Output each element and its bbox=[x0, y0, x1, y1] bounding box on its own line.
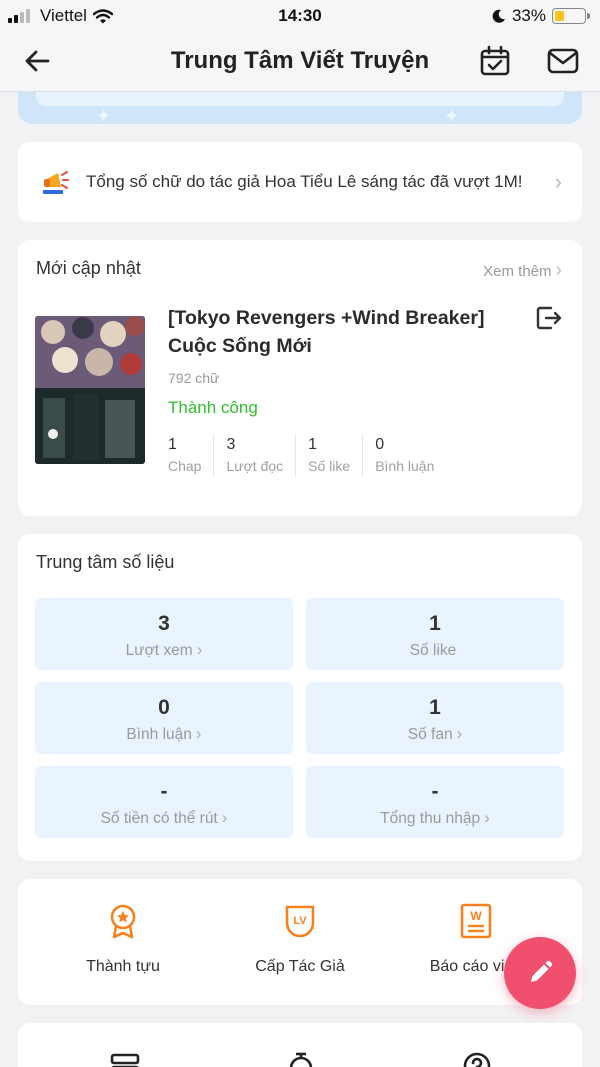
sparkle-icon: ✦ bbox=[96, 106, 112, 124]
tile-fans[interactable]: 1 Số fan › bbox=[306, 682, 564, 754]
tile-views[interactable]: 3 Lượt xem › bbox=[35, 598, 293, 670]
tile-value: 1 bbox=[429, 612, 441, 635]
chevron-right-icon: › bbox=[555, 260, 562, 281]
chevron-right-icon: › bbox=[554, 169, 562, 194]
tools-card: Thành tựu LV Cấp Tác Giả W Báo cáo vinh bbox=[18, 879, 582, 1005]
section-title: Trung tâm số liệu bbox=[36, 552, 175, 572]
tile-comments[interactable]: 0 Bình luận › bbox=[35, 682, 293, 754]
data-center-card: Trung tâm số liệu 3 Lượt xem › 1 Số like … bbox=[18, 534, 582, 861]
tile-label: Số fan bbox=[407, 726, 453, 743]
stat-label: Bình luận bbox=[375, 458, 435, 474]
exit-icon[interactable] bbox=[534, 304, 562, 332]
tile-likes[interactable]: 1 Số like bbox=[306, 598, 564, 670]
stat-reads: 3 Lượt đọc bbox=[213, 434, 295, 476]
tile-label: Số like bbox=[409, 642, 457, 659]
tile-total-income[interactable]: - Tổng thu nhập › bbox=[306, 766, 564, 838]
stat-label: Chap bbox=[168, 458, 202, 474]
stat-chapters: 1 Chap bbox=[168, 434, 213, 476]
more-tools-card bbox=[18, 1023, 582, 1067]
battery-icon bbox=[552, 8, 590, 24]
section-title: Mới cập nhật bbox=[36, 258, 141, 278]
stat-label: Lượt đọc bbox=[226, 458, 284, 474]
stat-value: 3 bbox=[226, 436, 236, 453]
stat-comments: 0 Bình luận bbox=[362, 434, 446, 476]
tile-value: - bbox=[160, 780, 168, 803]
stat-value: 0 bbox=[375, 436, 385, 453]
tile-value: - bbox=[431, 780, 439, 803]
author-level-button[interactable]: LV Cấp Tác Giả bbox=[220, 903, 380, 976]
battery-percent: 33% bbox=[511, 6, 546, 25]
notice-text: Tổng số chữ do tác giả Hoa Tiểu Lê sáng … bbox=[86, 172, 523, 191]
mail-icon[interactable] bbox=[546, 44, 580, 78]
word-count: 792 chữ bbox=[168, 370, 220, 386]
server-icon[interactable] bbox=[110, 1051, 140, 1067]
timer-icon[interactable] bbox=[286, 1051, 316, 1067]
chevron-right-icon: › bbox=[484, 808, 490, 827]
story-cover-image[interactable] bbox=[35, 316, 145, 464]
calendar-check-icon[interactable] bbox=[478, 44, 512, 78]
story-stats: 1 Chap 3 Lượt đọc 1 Số like 0 Bình luận bbox=[168, 434, 446, 476]
banner: ✦ ✦ bbox=[18, 92, 582, 124]
tool-label: Thành tựu bbox=[86, 958, 160, 975]
tile-withdrawable[interactable]: - Số tiền có thể rút › bbox=[35, 766, 293, 838]
moon-icon bbox=[492, 9, 505, 23]
level-icon: LV bbox=[285, 905, 315, 938]
stat-likes: 1 Số like bbox=[295, 434, 362, 476]
see-more-label: Xem thêm bbox=[483, 263, 552, 280]
publish-status: Thành công bbox=[168, 398, 258, 417]
stat-value: 1 bbox=[168, 436, 177, 453]
tile-value: 3 bbox=[158, 612, 170, 635]
story-title[interactable]: [Tokyo Revengers +Wind Breaker] Cuộc Sốn… bbox=[168, 304, 498, 360]
status-bar: Viettel 14:30 33% bbox=[0, 0, 600, 30]
tile-value: 0 bbox=[158, 696, 170, 719]
tile-label: Tổng thu nhập bbox=[380, 810, 481, 827]
report-icon: W bbox=[460, 903, 492, 939]
pencil-icon bbox=[531, 960, 553, 982]
achievements-button[interactable]: Thành tựu bbox=[43, 903, 203, 976]
status-right: 33% bbox=[492, 6, 590, 26]
svg-text:LV: LV bbox=[293, 915, 307, 927]
stat-value: 1 bbox=[308, 436, 318, 453]
nav-bar: Trung Tâm Viết Truyện bbox=[0, 30, 600, 92]
sparkle-icon: ✦ bbox=[444, 106, 460, 124]
chevron-right-icon: › bbox=[456, 724, 463, 743]
chevron-right-icon: › bbox=[195, 724, 202, 743]
tile-value: 1 bbox=[429, 696, 441, 719]
chevron-right-icon: › bbox=[221, 808, 228, 827]
tile-label: Số tiền có thể rút bbox=[100, 810, 218, 827]
notice-card[interactable]: Tổng số chữ do tác giả Hoa Tiểu Lê sáng … bbox=[18, 142, 582, 222]
tool-label: Cấp Tác Giả bbox=[255, 958, 345, 975]
tile-label: Bình luận bbox=[126, 726, 192, 743]
banner-inner bbox=[36, 92, 564, 106]
megaphone-icon bbox=[43, 171, 69, 194]
see-more-link[interactable]: Xem thêm › bbox=[483, 260, 562, 282]
medal-icon bbox=[110, 904, 136, 939]
tile-label: Lượt xem bbox=[125, 642, 193, 659]
svg-text:W: W bbox=[470, 909, 482, 923]
chevron-right-icon: › bbox=[196, 640, 203, 659]
recent-updates-card: Mới cập nhật Xem thêm › [Tokyo Revengers… bbox=[18, 240, 582, 516]
help-icon[interactable] bbox=[462, 1051, 492, 1067]
write-fab-button[interactable] bbox=[504, 937, 576, 1009]
stat-label: Số like bbox=[308, 458, 351, 474]
